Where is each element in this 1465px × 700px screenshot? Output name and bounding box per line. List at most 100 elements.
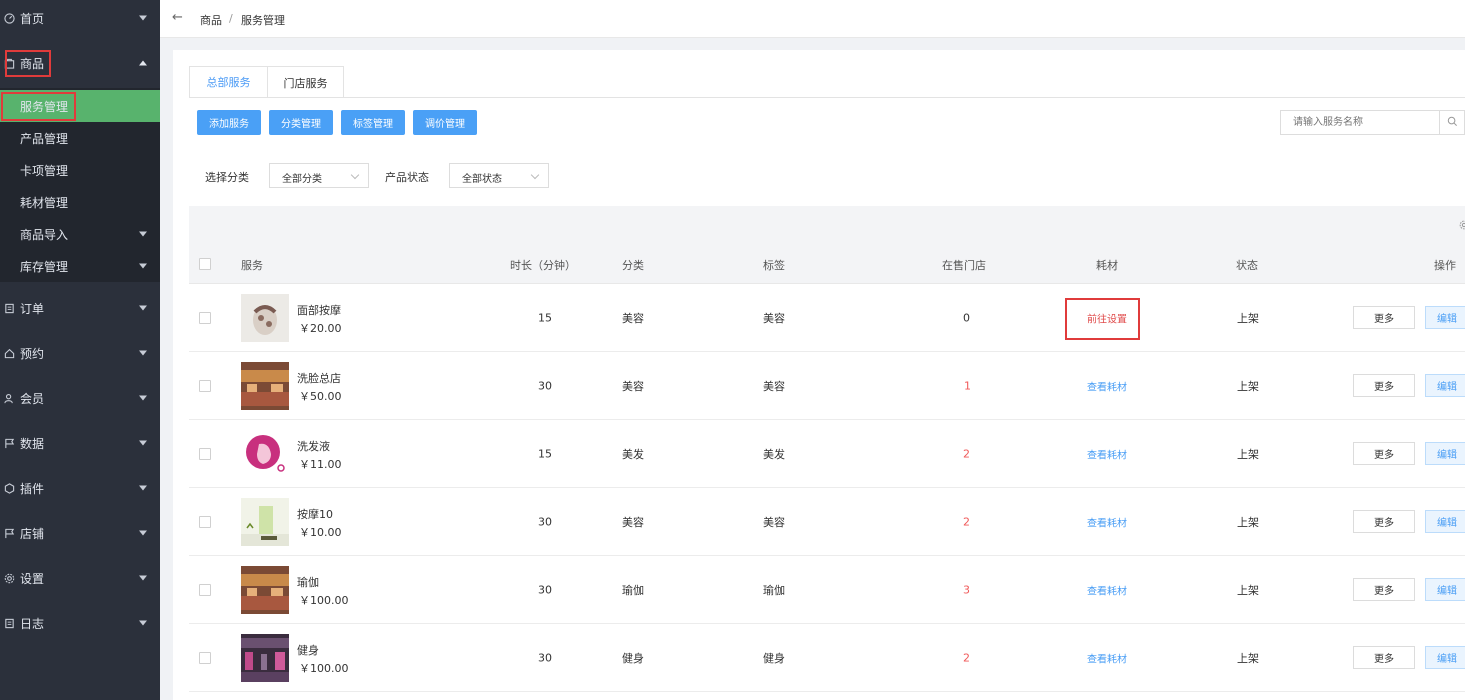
sidebar-item-log[interactable]: 日志: [0, 605, 160, 641]
sidebar-item-label: 插件: [20, 481, 45, 496]
sidebar-item-data[interactable]: 数据: [0, 425, 160, 461]
category-select[interactable]: 全部分类: [269, 163, 369, 188]
service-thumbnail: [241, 634, 289, 682]
chevron-down-icon: [139, 575, 147, 581]
sidebar-subitem-service[interactable]: 服务管理: [0, 90, 160, 122]
view-consumable-link[interactable]: 查看耗材: [1087, 514, 1127, 529]
sidebar-item-label: 数据: [20, 436, 45, 451]
more-button[interactable]: 更多: [1353, 578, 1415, 601]
store-count-cell[interactable]: 2: [963, 515, 970, 528]
sidebar-subitem-import[interactable]: 商品导入: [0, 218, 160, 250]
breadcrumb-service: 服务管理: [241, 14, 285, 27]
tab-hq-service[interactable]: 总部服务: [189, 66, 268, 98]
status-cell: 上架: [1237, 379, 1259, 393]
log-icon: [2, 616, 16, 630]
row-checkbox[interactable]: [199, 448, 211, 460]
view-consumable-link[interactable]: 查看耗材: [1087, 446, 1127, 461]
sidebar-subitem-consumable[interactable]: 耗材管理: [0, 186, 160, 218]
tag-manage-button[interactable]: 标签管理: [341, 110, 405, 135]
breadcrumb-separator: /: [229, 12, 233, 25]
category-select-value: 全部分类: [282, 174, 322, 185]
search-button[interactable]: [1440, 110, 1465, 135]
column-settings-icon[interactable]: [1459, 219, 1465, 233]
tag-cell: 美发: [763, 447, 785, 461]
more-button[interactable]: 更多: [1353, 510, 1415, 533]
tab-divider: [189, 97, 1465, 98]
category-manage-button[interactable]: 分类管理: [269, 110, 333, 135]
chevron-down-icon: [139, 620, 147, 626]
table-toolbar: [189, 206, 1465, 244]
table-row: 洗脸总店 ￥50.00 30 美容 美容 1 查看耗材 上架 更多 编辑: [189, 352, 1465, 420]
edit-button[interactable]: 编辑: [1425, 374, 1465, 397]
duration-cell: 30: [538, 379, 552, 392]
consumable-setup-link[interactable]: 前往设置: [1087, 310, 1127, 325]
search-input[interactable]: [1280, 110, 1440, 135]
sidebar-item-home[interactable]: 首页: [0, 0, 160, 36]
add-service-button[interactable]: 添加服务: [197, 110, 261, 135]
view-consumable-link[interactable]: 查看耗材: [1087, 650, 1127, 665]
more-button[interactable]: 更多: [1353, 646, 1415, 669]
service-name[interactable]: 洗发液: [297, 438, 330, 454]
edit-button[interactable]: 编辑: [1425, 442, 1465, 465]
view-consumable-link[interactable]: 查看耗材: [1087, 378, 1127, 393]
status-cell: 上架: [1237, 583, 1259, 597]
sidebar-item-label: 会员: [20, 391, 45, 406]
store-count-cell[interactable]: 2: [963, 651, 970, 664]
column-header-consumable: 耗材: [1096, 259, 1118, 272]
service-name[interactable]: 按摩10: [297, 506, 333, 522]
sidebar: 首页 商品 服务管理 产品管理 卡项管理 耗材管理 商品导入 库存管理 订单 预…: [0, 0, 160, 700]
service-name[interactable]: 面部按摩: [297, 302, 341, 318]
chevron-down-icon: [139, 231, 147, 237]
column-header-tag: 标签: [763, 259, 785, 272]
service-name[interactable]: 健身: [297, 642, 319, 658]
flag-icon: [2, 436, 16, 450]
more-button[interactable]: 更多: [1353, 442, 1415, 465]
sidebar-subitem-label: 服务管理: [20, 99, 69, 114]
service-price: ￥100.00: [299, 662, 349, 675]
sidebar-subitem-card[interactable]: 卡项管理: [0, 154, 160, 186]
sidebar-item-member[interactable]: 会员: [0, 380, 160, 416]
breadcrumb-goods[interactable]: 商品: [200, 12, 222, 28]
price-adjust-button[interactable]: 调价管理: [413, 110, 477, 135]
view-consumable-link[interactable]: 查看耗材: [1087, 582, 1127, 597]
edit-button[interactable]: 编辑: [1425, 578, 1465, 601]
chevron-down-icon: [139, 530, 147, 536]
service-name[interactable]: 洗脸总店: [297, 370, 341, 386]
sidebar-item-goods[interactable]: 商品: [0, 45, 160, 81]
edit-button[interactable]: 编辑: [1425, 646, 1465, 669]
sidebar-item-settings[interactable]: 设置: [0, 560, 160, 596]
status-select[interactable]: 全部状态: [449, 163, 549, 188]
chevron-down-icon: [350, 170, 360, 180]
chevron-down-icon: [139, 263, 147, 269]
service-thumbnail: [241, 566, 289, 614]
sidebar-item-label: 订单: [20, 301, 45, 316]
sidebar-item-booking[interactable]: 预约: [0, 335, 160, 371]
sidebar-subitem-stock[interactable]: 库存管理: [0, 250, 160, 282]
row-checkbox[interactable]: [199, 516, 211, 528]
row-checkbox[interactable]: [199, 380, 211, 392]
row-checkbox[interactable]: [199, 584, 211, 596]
tag-cell: 瑜伽: [763, 583, 785, 597]
tag-cell: 健身: [763, 651, 785, 665]
more-button[interactable]: 更多: [1353, 374, 1415, 397]
tag-cell: 美容: [763, 311, 785, 325]
tab-store-service[interactable]: 门店服务: [267, 66, 344, 98]
duration-cell: 15: [538, 311, 552, 324]
sidebar-item-store[interactable]: 店铺: [0, 515, 160, 551]
row-checkbox[interactable]: [199, 312, 211, 324]
store-count-cell[interactable]: 2: [963, 447, 970, 460]
back-arrow-icon[interactable]: ←: [172, 10, 183, 25]
edit-button[interactable]: 编辑: [1425, 306, 1465, 329]
sidebar-subitem-label: 商品导入: [20, 227, 69, 242]
sidebar-item-label: 商品: [20, 56, 45, 71]
edit-button[interactable]: 编辑: [1425, 510, 1465, 533]
store-count-cell[interactable]: 1: [964, 379, 971, 392]
select-all-checkbox[interactable]: [199, 258, 211, 270]
row-checkbox[interactable]: [199, 652, 211, 664]
store-count-cell[interactable]: 3: [963, 583, 970, 596]
sidebar-subitem-product[interactable]: 产品管理: [0, 122, 160, 154]
more-button[interactable]: 更多: [1353, 306, 1415, 329]
service-name[interactable]: 瑜伽: [297, 574, 319, 590]
sidebar-item-order[interactable]: 订单: [0, 290, 160, 326]
sidebar-item-plugin[interactable]: 插件: [0, 470, 160, 506]
